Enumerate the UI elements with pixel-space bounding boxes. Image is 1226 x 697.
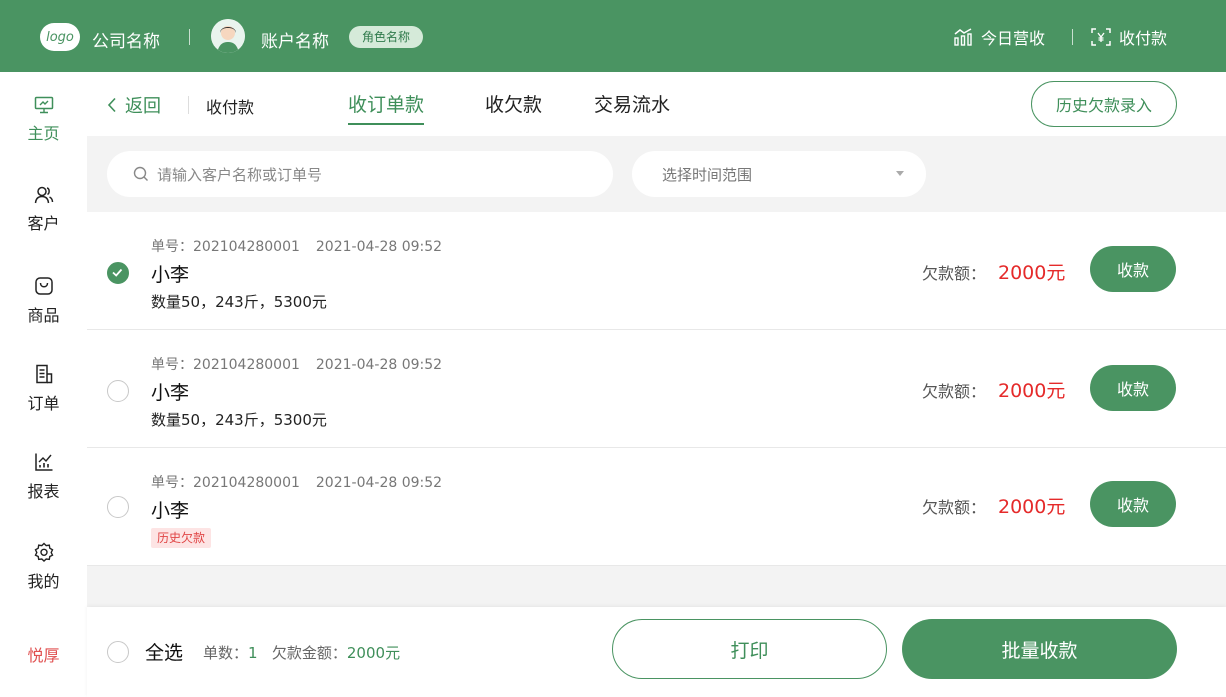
header-divider — [189, 29, 190, 45]
scan-yen-icon — [1091, 28, 1111, 46]
print-button[interactable]: 打印 — [612, 619, 887, 679]
payment-button[interactable]: 收付款 — [1091, 25, 1167, 49]
tab-order-payment[interactable]: 收订单款 — [348, 90, 425, 125]
count-label: 单数： — [203, 644, 249, 662]
check-icon — [112, 268, 123, 277]
footer-bar: 全选 单数：1 欠款金额：2000元 打印 批量收款 — [87, 607, 1226, 697]
order-time: 2021-04-28 09:52 — [315, 357, 443, 373]
back-button[interactable]: 返回 — [107, 92, 161, 118]
order-detail: 数量50，243斤，5300元 — [151, 293, 327, 311]
row-checkbox[interactable] — [107, 262, 129, 284]
sidebar-item-products[interactable]: 商品 — [0, 276, 87, 326]
sidebar-item-label: 客户 — [27, 214, 60, 233]
avatar[interactable] — [211, 19, 245, 53]
sidebar-item-mine[interactable]: 我的 — [0, 542, 87, 592]
role-badge: 角色名称 — [349, 26, 424, 48]
gear-icon — [34, 542, 53, 562]
search-placeholder: 请输入客户名称或订单号 — [157, 165, 323, 184]
history-debt-tag: 历史欠款 — [151, 528, 212, 548]
sidebar-item-reports[interactable]: 报表 — [0, 452, 87, 502]
amount-value: 2000元 — [346, 644, 401, 662]
sidebar-item-label: 报表 — [27, 482, 60, 501]
account-name: 账户名称 — [261, 32, 329, 52]
search-icon — [133, 166, 148, 181]
select-all-checkbox[interactable] — [107, 641, 129, 663]
order-meta: 单号：202104280001 2021-04-28 09:52 — [151, 472, 442, 492]
bag-icon — [34, 277, 53, 295]
owed-label: 欠款额： — [922, 264, 987, 283]
filter-bar: 请输入客户名称或订单号 选择时间范围 — [87, 136, 1226, 212]
select-all-label[interactable]: 全选 — [145, 638, 183, 665]
breadcrumb: 收付款 — [206, 98, 255, 117]
breadcrumb-divider — [188, 96, 189, 114]
search-input[interactable]: 请输入客户名称或订单号 — [107, 151, 613, 197]
owed-label: 欠款额： — [922, 382, 987, 401]
today-revenue-button[interactable]: 今日营收 — [953, 25, 1045, 49]
header-divider — [1072, 29, 1073, 45]
users-icon — [34, 186, 53, 204]
collect-button[interactable]: 收款 — [1090, 481, 1176, 527]
order-time: 2021-04-28 09:52 — [315, 239, 443, 255]
owed-label: 欠款额： — [922, 498, 987, 517]
batch-collect-button[interactable]: 批量收款 — [902, 619, 1177, 679]
sidebar: 主页 客户 商品 订单 报表 我的 悦厚 — [0, 72, 87, 697]
owed-amount: 2000元 — [998, 380, 1066, 402]
today-revenue-label: 今日营收 — [981, 29, 1046, 48]
date-range-select[interactable]: 选择时间范围 — [632, 151, 926, 197]
sidebar-item-orders[interactable]: 订单 — [0, 364, 87, 414]
collect-button[interactable]: 收款 — [1090, 246, 1176, 292]
order-number: 单号：202104280001 — [151, 239, 300, 255]
sub-header: 返回 收付款 收订单款 收欠款 交易流水 历史欠款录入 — [87, 72, 1226, 136]
history-debt-entry-button[interactable]: 历史欠款录入 — [1031, 81, 1177, 127]
collect-button[interactable]: 收款 — [1090, 365, 1176, 411]
customer-name: 小李 — [151, 264, 190, 286]
app: logo 公司名称 账户名称 角色名称 今日营收 收付款 主页 客户 商品 订单… — [0, 0, 1226, 697]
selection-summary: 单数：1 欠款金额：2000元 — [203, 642, 400, 663]
tab-debt-payment[interactable]: 收欠款 — [485, 90, 542, 123]
order-time: 2021-04-28 09:52 — [315, 475, 443, 491]
list-item: 单号：202104280001 2021-04-28 09:52 小李 数量50，… — [87, 330, 1226, 448]
owed-amount: 2000元 — [998, 496, 1066, 518]
back-label: 返回 — [125, 96, 161, 117]
list-item: 单号：202104280001 2021-04-28 09:52 小李 历史欠款 … — [87, 448, 1226, 566]
sidebar-item-home[interactable]: 主页 — [0, 96, 87, 144]
company-name: 公司名称 — [92, 32, 160, 52]
payment-label: 收付款 — [1119, 29, 1168, 48]
document-icon — [35, 364, 52, 384]
customer-name: 小李 — [151, 500, 190, 522]
customer-name: 小李 — [151, 382, 190, 404]
company-logo: logo — [40, 23, 80, 51]
main-content: 返回 收付款 收订单款 收欠款 交易流水 历史欠款录入 请输入客户名称或订单号 … — [87, 72, 1226, 697]
sidebar-item-label: 商品 — [27, 306, 60, 325]
avatar-icon — [211, 19, 245, 53]
sidebar-item-customers[interactable]: 客户 — [0, 186, 87, 234]
sidebar-item-label: 主页 — [27, 124, 60, 143]
row-checkbox[interactable] — [107, 380, 129, 402]
sidebar-item-label: 我的 — [27, 572, 60, 591]
owed-amount: 2000元 — [998, 262, 1066, 284]
order-meta: 单号：202104280001 2021-04-28 09:52 — [151, 354, 442, 374]
revenue-chart-icon — [954, 28, 972, 46]
brand-name: 悦厚 — [27, 646, 60, 665]
chart-icon — [34, 453, 52, 471]
date-range-placeholder: 选择时间范围 — [662, 165, 753, 184]
count-value: 1 — [248, 644, 258, 662]
list-item: 单号：202104280001 2021-04-28 09:52 小李 数量50，… — [87, 212, 1226, 330]
top-header: logo 公司名称 账户名称 角色名称 今日营收 收付款 — [0, 0, 1226, 72]
order-list: 单号：202104280001 2021-04-28 09:52 小李 数量50，… — [87, 212, 1226, 566]
order-detail: 数量50，243斤，5300元 — [151, 411, 327, 429]
row-checkbox[interactable] — [107, 496, 129, 518]
order-number: 单号：202104280001 — [151, 357, 300, 373]
caret-down-icon — [896, 171, 904, 176]
order-meta: 单号：202104280001 2021-04-28 09:52 — [151, 236, 442, 256]
sidebar-item-label: 订单 — [27, 394, 60, 413]
amount-label: 欠款金额： — [271, 644, 347, 662]
tab-transactions[interactable]: 交易流水 — [594, 90, 670, 123]
monitor-icon — [34, 96, 53, 114]
order-number: 单号：202104280001 — [151, 475, 300, 491]
chevron-left-icon — [107, 97, 116, 113]
